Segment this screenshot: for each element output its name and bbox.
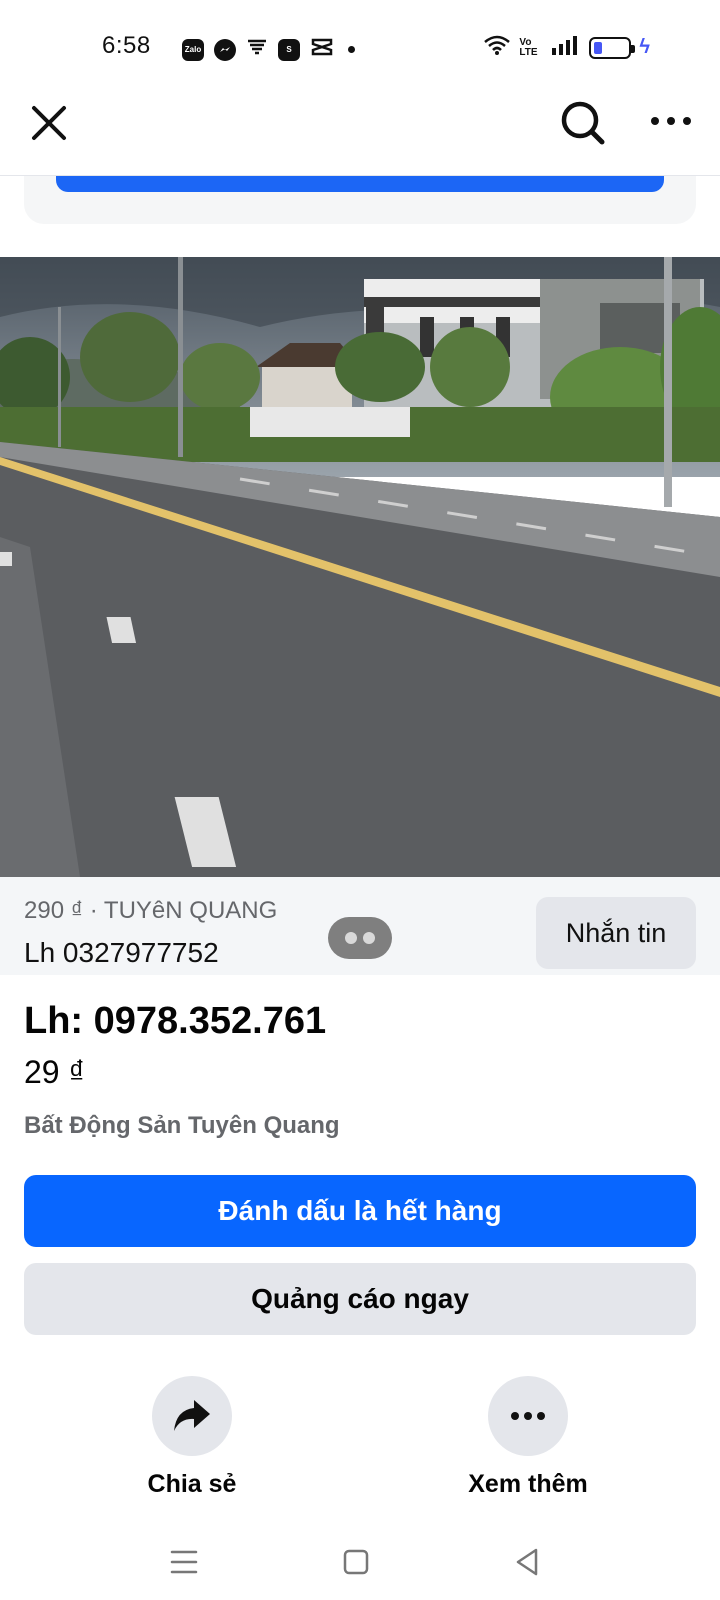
close-button[interactable] <box>26 100 72 146</box>
home-button[interactable] <box>336 1542 376 1582</box>
see-more-button[interactable] <box>488 1376 568 1456</box>
close-icon <box>32 106 66 140</box>
road-photo-image <box>0 257 720 877</box>
image-carousel-indicator <box>328 917 392 959</box>
messenger-icon <box>214 38 236 61</box>
advertise-button[interactable]: Quảng cáo ngay <box>24 1263 696 1335</box>
signal-icon <box>551 34 581 61</box>
back-button[interactable] <box>508 1542 548 1582</box>
top-nav <box>0 96 720 176</box>
share-label: Chia sẻ <box>147 1470 237 1498</box>
carousel-dot <box>345 932 357 944</box>
listing-info-strip: 290 ₫ · TUYêN QUANG Lh 0327977752 Nhắn t… <box>0 877 720 975</box>
charging-icon: ϟ <box>639 36 650 58</box>
volte-icon: Vo LTE <box>519 36 538 58</box>
zalo-icon: Zalo <box>182 38 204 61</box>
home-square-icon <box>343 1549 369 1575</box>
see-more-label: Xem thêm <box>468 1470 588 1498</box>
notification-icons: Zalo S <box>182 36 355 63</box>
status-bar: 6:58 Zalo S Vo LTE ϟ <box>0 0 720 96</box>
recent-apps-button[interactable] <box>164 1542 204 1582</box>
share-arrow-icon <box>174 1400 210 1431</box>
message-button[interactable]: Nhắn tin <box>536 897 696 969</box>
back-triangle-icon <box>516 1548 538 1576</box>
carousel-dot <box>363 932 375 944</box>
share-button[interactable] <box>152 1376 232 1456</box>
share-action[interactable]: Chia sẻ <box>92 1376 292 1499</box>
menu-lines-icon <box>170 1550 198 1574</box>
strip-phone: Lh 0327977752 <box>24 937 219 968</box>
battery-icon <box>589 36 636 59</box>
more-notifications-dot <box>348 46 355 53</box>
wifi-icon <box>483 34 511 61</box>
shopee-icon: S <box>278 38 300 61</box>
wifi-calling-icon <box>246 36 268 63</box>
previous-card-button[interactable] <box>56 176 664 192</box>
mark-sold-button[interactable]: Đánh dấu là hết hàng <box>24 1175 696 1247</box>
listing-price: 29 ₫ <box>24 1054 85 1090</box>
search-icon <box>561 101 605 145</box>
listing-title: Lh: 0978.352.761 <box>24 1000 327 1042</box>
search-button[interactable] <box>558 98 608 148</box>
system-icons: Vo LTE ϟ <box>483 34 650 61</box>
group-name-link[interactable]: Bất Động Sản Tuyên Quang <box>24 1112 340 1140</box>
more-horizontal-icon <box>511 1412 545 1420</box>
strip-price-location: 290 ₫ · TUYêN QUANG <box>24 897 278 924</box>
more-horizontal-icon <box>651 117 691 125</box>
system-navigation-bar <box>0 1520 720 1600</box>
status-time: 6:58 <box>102 32 151 59</box>
listing-photo[interactable] <box>0 257 720 877</box>
more-action[interactable]: Xem thêm <box>428 1376 628 1499</box>
capcut-icon <box>310 36 334 63</box>
more-options-button[interactable] <box>648 106 694 136</box>
